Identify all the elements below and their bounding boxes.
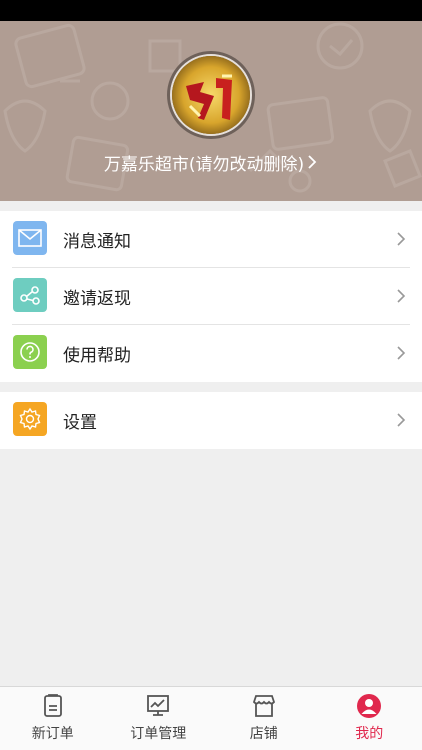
menu-group-primary: 消息通知 邀请返现 使用帮助 [0,211,422,382]
chevron-right-icon [397,346,406,360]
chevron-right-icon [397,232,406,246]
help-icon [13,335,47,369]
profile-icon [357,694,382,718]
avatar[interactable] [172,56,250,134]
status-bar [0,0,422,21]
chevron-right-icon [397,413,406,427]
bottom-tab-bar: 新订单 订单管理 店铺 我的 [0,686,422,750]
chevron-right-icon [397,289,406,303]
tab-mine[interactable]: 我的 [317,687,422,750]
profile-header: 万嘉乐超市(请勿改动删除) [0,21,422,201]
chevron-right-icon [308,155,317,169]
menu-item-settings[interactable]: 设置 [0,392,422,449]
menu-item-help[interactable]: 使用帮助 [0,325,422,382]
mail-icon [13,221,47,255]
menu-label: 邀请返现 [63,289,131,309]
tab-label: 订单管理 [130,726,187,742]
menu-label: 设置 [63,413,97,433]
store-icon [252,695,275,717]
new-order-icon [43,694,62,717]
menu-item-invite-cashback[interactable]: 邀请返现 [0,268,422,325]
menu-label: 使用帮助 [63,346,131,366]
store-name: 万嘉乐超市(请勿改动删除) [103,154,305,175]
store-name-link[interactable]: 万嘉乐超市(请勿改动删除) [0,149,422,175]
menu-item-notifications[interactable]: 消息通知 [0,211,422,268]
tab-label: 我的 [355,726,384,742]
menu-group-settings: 设置 [0,392,422,449]
order-manage-icon [147,695,170,716]
tab-label: 新订单 [31,726,74,742]
tab-new-orders[interactable]: 新订单 [0,687,106,750]
tab-label: 店铺 [249,726,278,742]
gear-icon [13,402,47,436]
tab-order-management[interactable]: 订单管理 [106,687,212,750]
tab-store[interactable]: 店铺 [211,687,317,750]
store-avatar-image [172,56,250,134]
share-icon [13,278,47,312]
menu-label: 消息通知 [63,232,131,252]
